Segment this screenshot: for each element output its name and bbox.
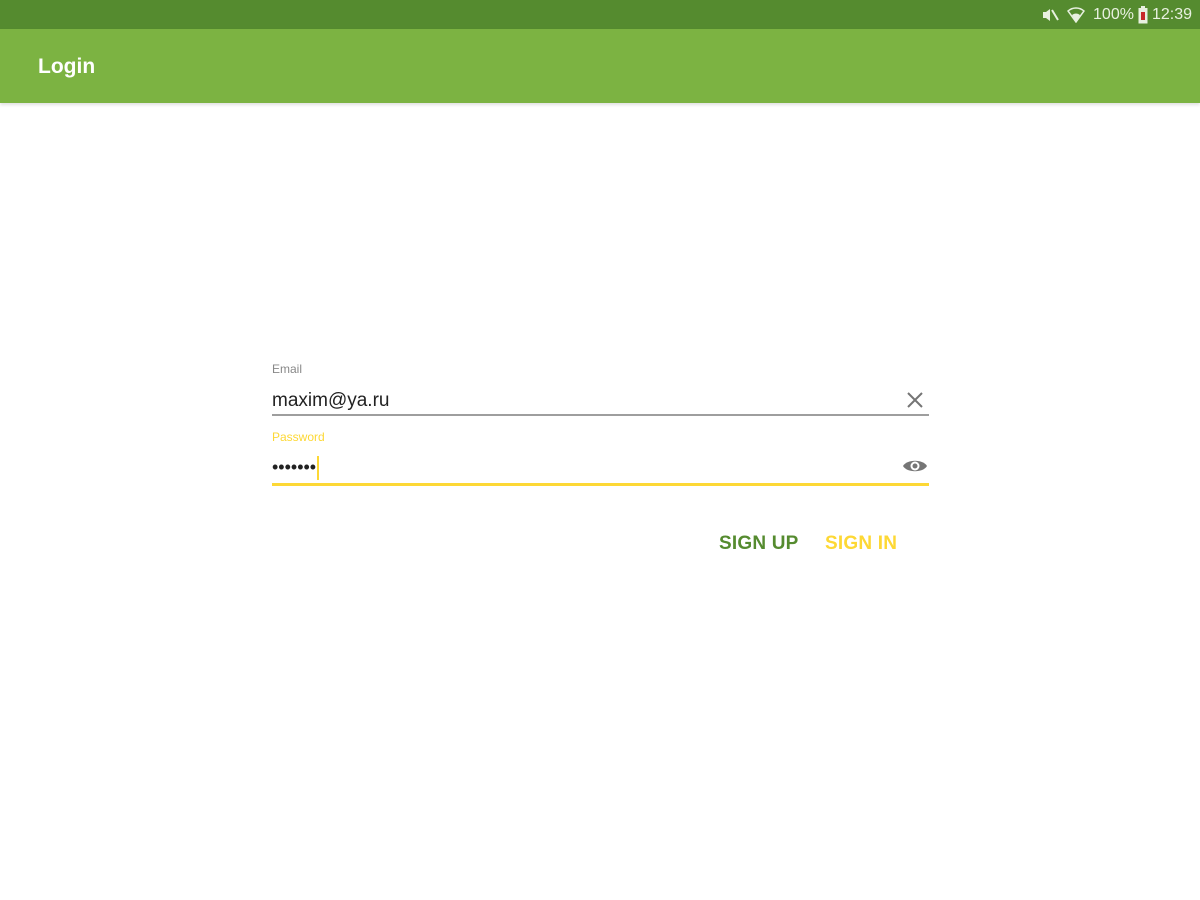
email-field[interactable]: Email maxim@ya.ru: [272, 362, 929, 416]
text-cursor: [317, 456, 320, 481]
sign-in-button[interactable]: SIGN IN: [825, 528, 897, 560]
app-bar: Login: [0, 29, 1200, 103]
login-form: Email maxim@ya.ru Password •••••••: [272, 362, 929, 486]
eye-icon[interactable]: [901, 452, 929, 480]
wifi-icon: [1067, 6, 1086, 23]
status-bar: 100% 12:39: [0, 0, 1200, 29]
email-value: maxim@ya.ru: [272, 390, 390, 411]
email-label: Email: [272, 362, 303, 376]
password-label: Password: [272, 430, 325, 444]
battery-percent: 100%: [1093, 5, 1134, 23]
clock: 12:39: [1151, 5, 1192, 23]
password-field[interactable]: Password •••••••: [272, 430, 929, 486]
clear-icon[interactable]: [901, 386, 929, 414]
email-underline: [272, 414, 929, 416]
mute-icon: [1041, 7, 1059, 23]
password-value: •••••••: [272, 457, 317, 477]
password-underline: [272, 483, 929, 486]
email-input[interactable]: maxim@ya.ru: [272, 376, 929, 416]
password-input[interactable]: •••••••: [272, 444, 929, 486]
password-value-wrap: •••••••: [272, 456, 320, 481]
page-title: Login: [38, 55, 96, 78]
sign-up-button[interactable]: SIGN UP: [719, 528, 799, 560]
form-actions: SIGN UP SIGN IN: [272, 528, 929, 560]
battery-icon: [1138, 5, 1148, 24]
